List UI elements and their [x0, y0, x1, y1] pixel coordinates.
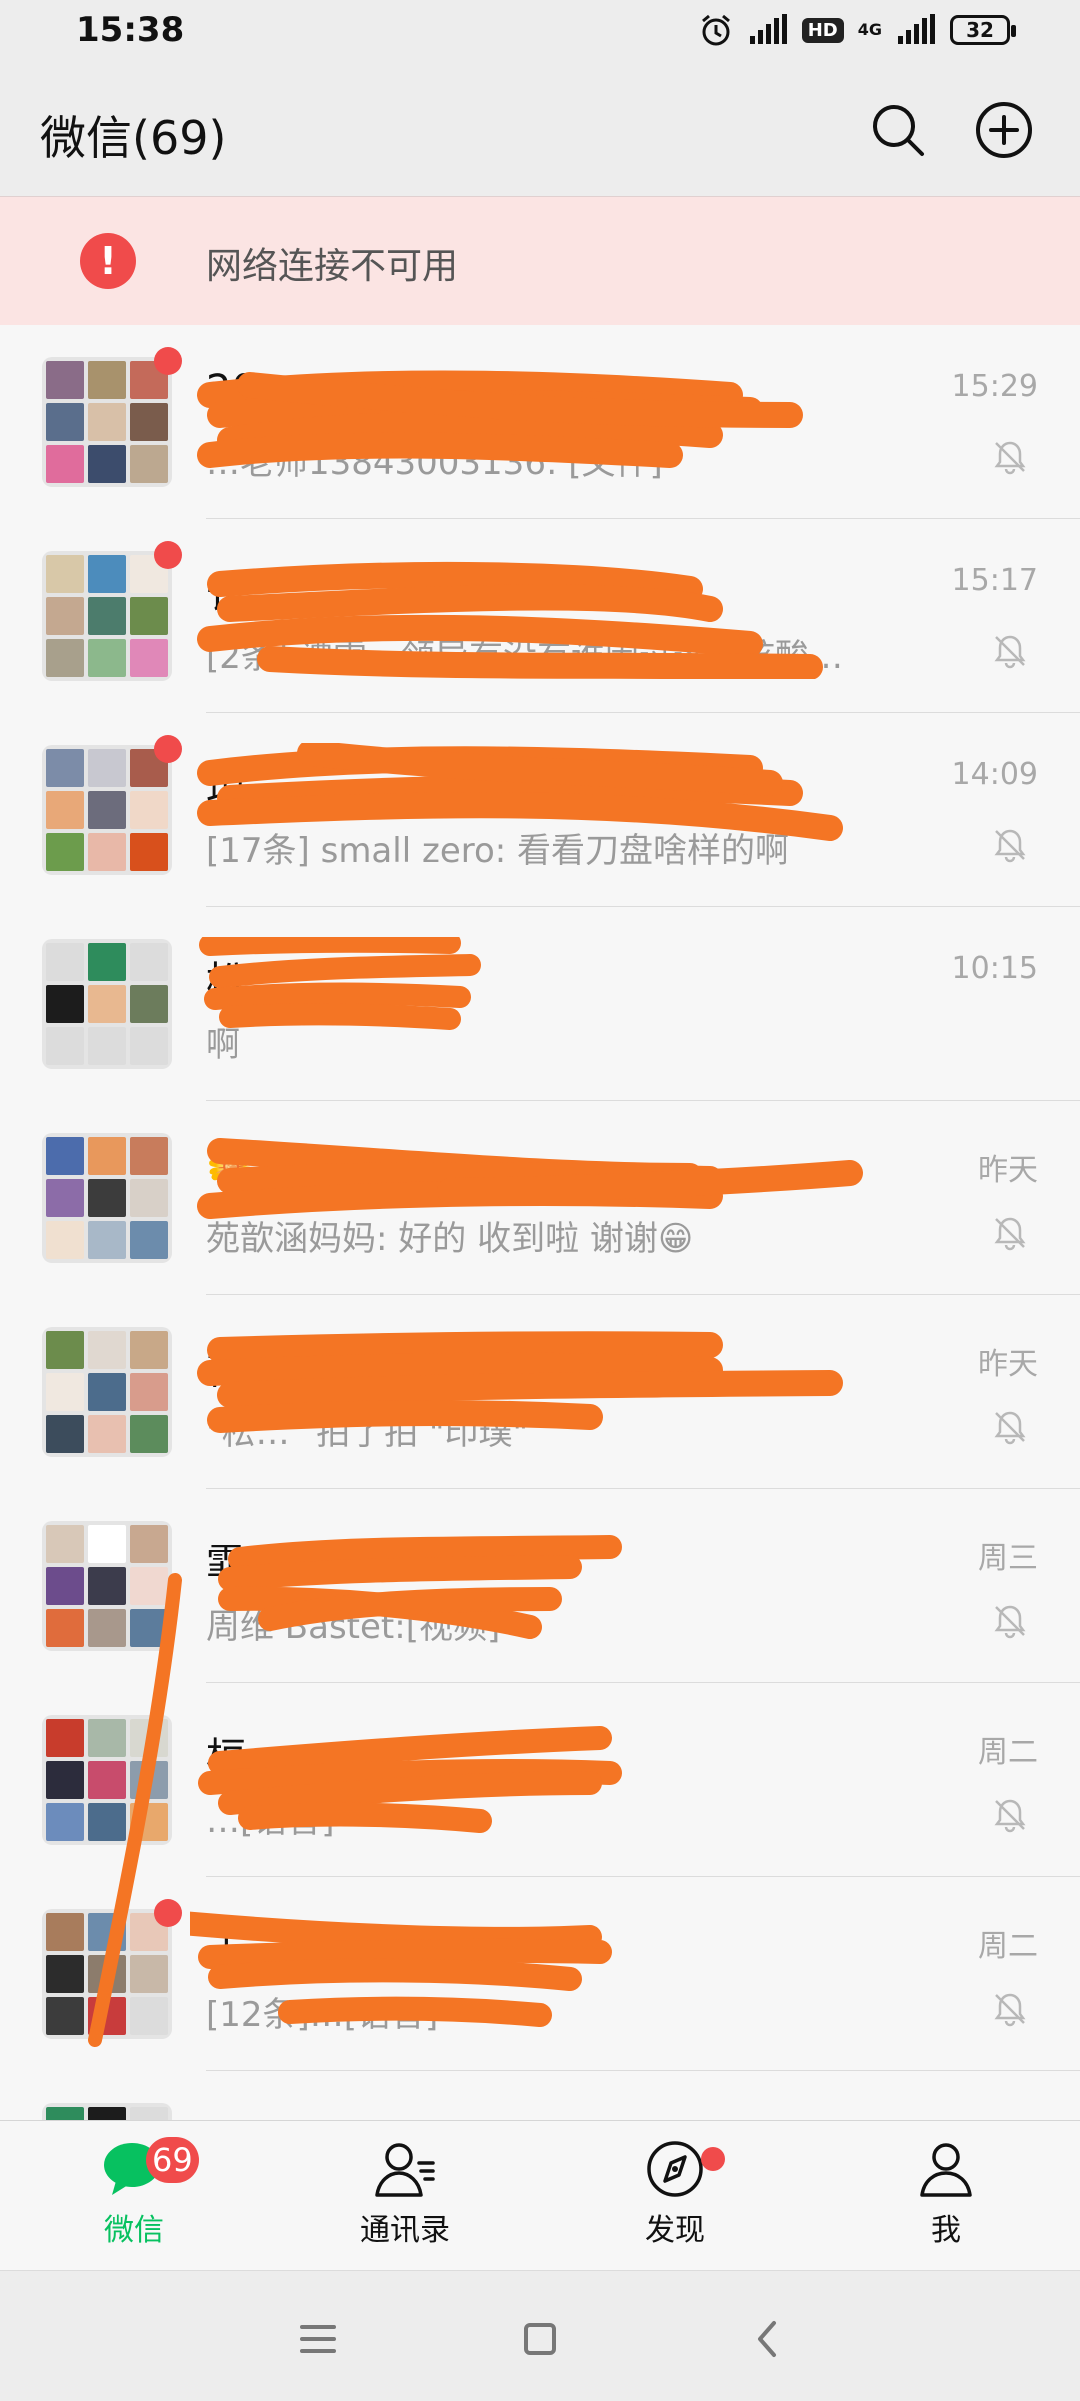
battery-icon: 32: [950, 15, 1016, 45]
chat-time: 14:09: [951, 757, 1038, 792]
network-warning-banner[interactable]: ! 网络连接不可用: [0, 196, 1080, 325]
warning-icon: !: [80, 233, 136, 289]
mute-icon: [994, 1993, 1026, 2027]
chat-name: 20: [206, 367, 257, 413]
chat-last-message: 苑歆涵妈妈: 好的 收到啦 谢谢😁: [206, 1219, 694, 1259]
mute-icon: [994, 1605, 1026, 1639]
menu-icon[interactable]: [288, 2309, 348, 2369]
group-avatar: [42, 1521, 172, 1651]
chat-name: 霏: [206, 1541, 246, 1587]
home-icon[interactable]: [510, 2309, 570, 2369]
back-icon[interactable]: [738, 2309, 798, 2369]
chat-last-message: "松…" 拍了拍 "印璞": [206, 1413, 529, 1453]
network-warning-text: 网络连接不可用: [206, 246, 459, 287]
chat-name: 松: [206, 959, 246, 1005]
tab-contacts[interactable]: 通讯录: [305, 2139, 505, 2259]
mute-icon: [994, 1217, 1026, 1251]
redaction-scribble: [199, 937, 481, 1030]
unread-dot: [154, 541, 182, 569]
notification-dot: [701, 2147, 725, 2171]
system-nav-bar: [0, 2270, 1080, 2401]
chat-item-partial[interactable]: [0, 2071, 1080, 2120]
tab-label: 微信: [104, 2213, 164, 2248]
hd-icon: HD: [801, 17, 844, 43]
tab-label: 通讯录: [360, 2213, 450, 2248]
chat-name: 琼: [206, 765, 246, 811]
chat-time: 周二: [978, 1735, 1038, 1770]
search-icon[interactable]: [868, 100, 928, 160]
chat-item[interactable]: 20 …老师13843003136: [文件] 15:29: [0, 325, 1080, 519]
signal-icon-2: [898, 14, 935, 44]
chat-name: 长: [206, 571, 246, 617]
chat-last-message: 周维 Bastet:[视频]: [206, 1607, 501, 1647]
status-icons: HD 4G 32: [698, 12, 1016, 48]
chat-name: 🌼: [206, 1144, 256, 1190]
alarm-icon: [701, 14, 730, 46]
group-avatar: [42, 551, 172, 681]
mute-icon: [994, 441, 1026, 475]
network-type: 4G: [857, 20, 882, 39]
chat-list[interactable]: 20 …老师13843003136: [文件] 15:29 长 [2条] 谭雪……: [0, 325, 1080, 2120]
group-avatar: [42, 1909, 172, 2039]
chat-item[interactable]: 长 [2条] 谭雪…领导有没有谁因过这种核酸… 15:17: [0, 519, 1080, 713]
chat-last-message: [12条]…[语音]: [206, 1995, 439, 2035]
chat-last-message: …老师13843003136: [文件]: [206, 443, 663, 483]
chat-last-message: [2条] 谭雪…领导有没有谁因过这种核酸…: [206, 637, 843, 677]
chat-last-message: …[语音]: [206, 1801, 335, 1841]
tab-discover[interactable]: 发现: [575, 2139, 775, 2259]
chat-time: 周三: [978, 1541, 1038, 1576]
mute-icon: [994, 635, 1026, 669]
signal-icon: [749, 14, 787, 44]
group-avatar: [42, 2103, 172, 2120]
chat-item[interactable]: 🌼 苑歆涵妈妈: 好的 收到啦 谢谢😁 昨天: [0, 1101, 1080, 1295]
chat-item[interactable]: 于 [12条]…[语音] 周二: [0, 1877, 1080, 2071]
tab-label: 我: [931, 2213, 961, 2248]
chat-name: 桓: [206, 1735, 246, 1781]
tab-me[interactable]: 我: [846, 2139, 1046, 2259]
status-time: 15:38: [76, 10, 185, 50]
group-avatar: [42, 1327, 172, 1457]
page-title: 微信(69): [40, 111, 227, 165]
chat-time: 周二: [978, 1929, 1038, 1964]
contacts-icon: [375, 2143, 435, 2197]
chat-time: 昨天: [978, 1153, 1038, 1188]
chat-time: 15:29: [951, 369, 1038, 404]
group-avatar: [42, 939, 172, 1069]
unread-dot: [154, 1899, 182, 1927]
tab-label: 发现: [645, 2213, 705, 2248]
chat-last-message: 啊: [206, 1025, 240, 1065]
chat-item[interactable]: 琼 [17条] small zero: 看看刀盘啥样的啊 14:09: [0, 713, 1080, 907]
group-avatar: [42, 1133, 172, 1263]
group-avatar: [42, 357, 172, 487]
mute-icon: [994, 1411, 1026, 1445]
compass-icon: [647, 2141, 703, 2197]
mute-icon: [994, 829, 1026, 863]
unread-dot: [154, 347, 182, 375]
bottom-tab-bar: 微信 69 通讯录 发现 我: [0, 2120, 1080, 2271]
status-bar: 15:38 HD 4G 32: [0, 0, 1080, 70]
unread-badge: 69: [146, 2137, 199, 2183]
tab-chats[interactable]: 微信 69: [34, 2137, 234, 2259]
chat-item[interactable]: 吉 "松…" 拍了拍 "印璞" 昨天: [0, 1295, 1080, 1489]
person-icon: [920, 2143, 972, 2197]
chat-time: 昨天: [978, 1347, 1038, 1382]
add-icon[interactable]: [974, 100, 1034, 160]
chat-last-message: [17条] small zero: 看看刀盘啥样的啊: [206, 831, 790, 871]
group-avatar: [42, 745, 172, 875]
unread-dot: [154, 735, 182, 763]
chat-item[interactable]: 松 啊 10:15: [0, 907, 1080, 1101]
title-bar: 微信(69): [0, 70, 1080, 196]
group-avatar: [42, 1715, 172, 1845]
chat-name: 吉: [206, 1347, 246, 1393]
mute-icon: [994, 1799, 1026, 1833]
chat-time: 15:17: [951, 563, 1038, 598]
chat-item[interactable]: 霏 周维 Bastet:[视频] 周三: [0, 1489, 1080, 1683]
chat-name: 于: [206, 1929, 246, 1975]
chat-time: 10:15: [951, 951, 1038, 986]
chat-item[interactable]: 桓 …[语音] 周二: [0, 1683, 1080, 1877]
